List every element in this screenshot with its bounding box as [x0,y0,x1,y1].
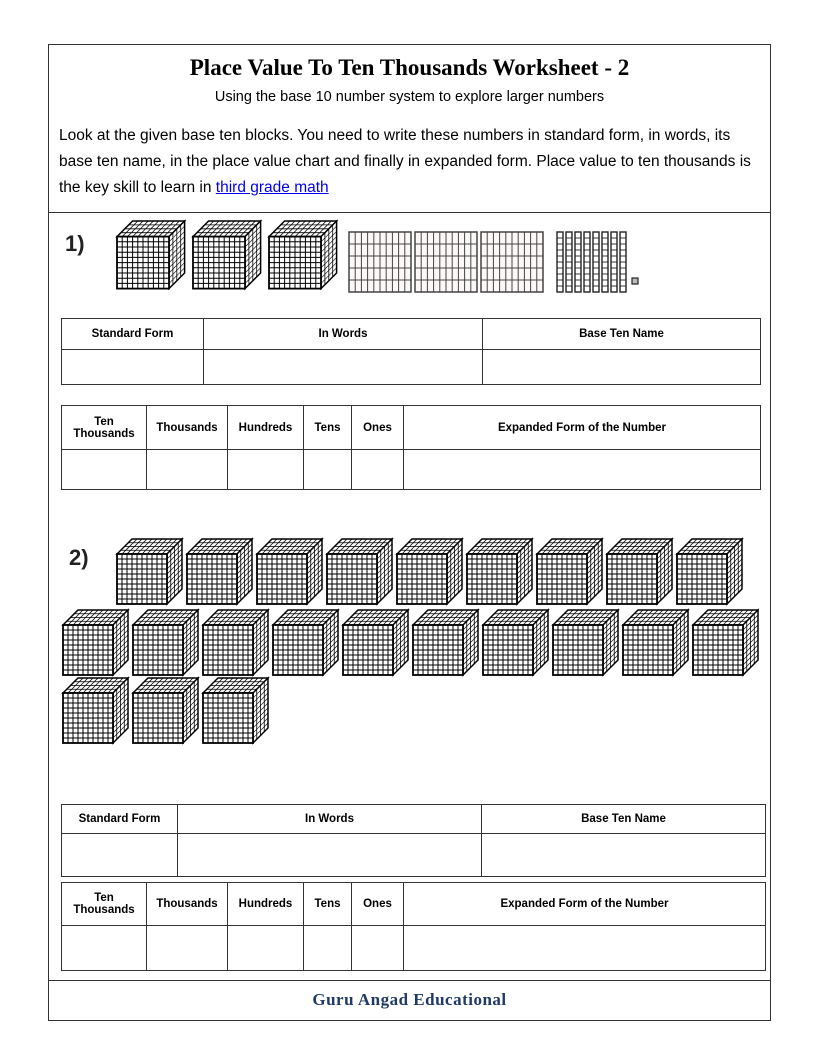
thousands-cube [535,537,604,606]
thousands-cube [691,608,759,677]
expanded-form-answer[interactable] [403,925,766,971]
header-ten-thousands: Ten Thousands [61,882,147,926]
thousands-cube [267,219,339,291]
footer-brand: Guru Angad Educational [312,990,507,1009]
instructions: Look at the given base ten blocks. You n… [59,123,760,201]
header-expanded-form: Expanded Form of the Number [403,882,766,926]
header-thousands: Thousands [146,882,228,926]
header-hundreds: Hundreds [227,882,304,926]
worksheet-header: Place Value To Ten Thousands Worksheet -… [49,45,770,213]
problem-1-base-ten-blocks [115,219,639,293]
thousands-cube [115,219,187,291]
header-expanded-form: Expanded Form of the Number [403,405,761,450]
thousands-cube [131,608,200,677]
hundreds-flat [480,231,544,293]
header-standard-form: Standard Form [61,318,204,350]
hundreds-flat [348,231,412,293]
problem-1-form-table: Standard Form In Words Base Ten Name [61,318,761,385]
thousands-cube [621,608,690,677]
header-tens: Tens [303,882,352,926]
ones-unit [631,277,639,285]
thousands-cube [325,537,394,606]
problem-2-place-value-table: Ten Thousands Thousands Hundreds Tens On… [61,882,766,971]
problem-2-base-ten-blocks [61,537,759,745]
page-title: Place Value To Ten Thousands Worksheet -… [189,55,630,80]
thousands-cube [675,537,744,606]
header-hundreds: Hundreds [227,405,304,450]
thousands-cube [201,676,270,745]
page-subtitle: Using the base 10 number system to explo… [214,89,605,105]
thousands-cube [465,537,534,606]
header-in-words: In Words [203,318,483,350]
header-ones: Ones [351,882,404,926]
thousands-cube [61,676,130,745]
tens-rod [565,231,573,293]
tens-rod [619,231,627,293]
ones-answer[interactable] [351,449,404,490]
tens-rod [556,231,564,293]
tens-rod [583,231,591,293]
header-thousands: Thousands [146,405,228,450]
tens-answer[interactable] [303,925,352,971]
base-ten-name-answer[interactable] [481,833,766,877]
header-tens: Tens [303,405,352,450]
standard-form-answer[interactable] [61,349,204,385]
ten-thousands-answer[interactable] [61,449,147,490]
header-base-ten-name: Base Ten Name [481,804,766,834]
ones-answer[interactable] [351,925,404,971]
problem-1-label: 1) [65,231,85,256]
tens-rod [601,231,609,293]
worksheet-page: Place Value To Ten Thousands Worksheet -… [48,44,771,1021]
thousands-cube [395,537,464,606]
thousands-cube [61,608,130,677]
expanded-form-answer[interactable] [403,449,761,490]
third-grade-math-link[interactable]: third grade math [216,179,329,196]
tens-rod [610,231,618,293]
ten-thousands-answer[interactable] [61,925,147,971]
tens-rod [574,231,582,293]
thousands-cube [551,608,620,677]
base-ten-name-answer[interactable] [482,349,761,385]
footer: Guru Angad Educational [49,980,770,1020]
thousands-cube [255,537,324,606]
thousands-cube [115,537,184,606]
in-words-answer[interactable] [177,833,482,877]
thousands-cube [481,608,550,677]
hundreds-answer[interactable] [227,925,304,971]
thousands-cube [271,608,340,677]
standard-form-answer[interactable] [61,833,178,877]
instructions-text: Look at the given base ten blocks. You n… [59,127,751,196]
header-base-ten-name: Base Ten Name [482,318,761,350]
tens-rod [592,231,600,293]
thousands-answer[interactable] [146,449,228,490]
thousands-answer[interactable] [146,925,228,971]
thousands-cube [131,676,200,745]
thousands-cube [411,608,480,677]
in-words-answer[interactable] [203,349,483,385]
tens-answer[interactable] [303,449,352,490]
header-in-words: In Words [177,804,482,834]
problem-2-form-table: Standard Form In Words Base Ten Name [61,804,766,877]
hundreds-answer[interactable] [227,449,304,490]
hundreds-flat [414,231,478,293]
header-standard-form: Standard Form [61,804,178,834]
thousands-cube [605,537,674,606]
thousands-cube [191,219,263,291]
thousands-cube [185,537,254,606]
thousands-cube [341,608,410,677]
problem-1-place-value-table: Ten Thousands Thousands Hundreds Tens On… [61,405,761,490]
thousands-cube [201,608,270,677]
header-ones: Ones [351,405,404,450]
header-ten-thousands: Ten Thousands [61,405,147,450]
